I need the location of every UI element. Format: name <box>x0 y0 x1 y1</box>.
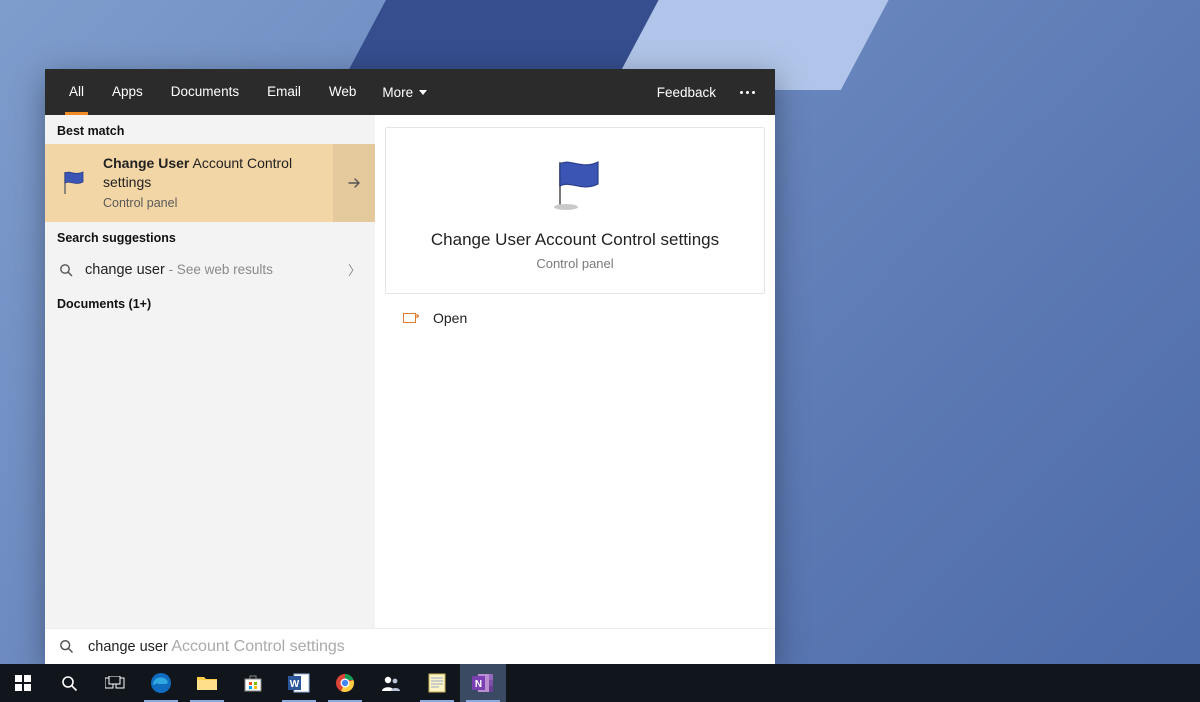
taskbar-app-people[interactable] <box>368 664 414 702</box>
tab-email[interactable]: Email <box>253 69 315 115</box>
task-view-icon <box>105 676 125 690</box>
arrow-right-icon <box>347 176 361 190</box>
preview-subtitle: Control panel <box>402 256 748 271</box>
best-match-subtitle: Control panel <box>103 195 321 212</box>
search-autocomplete-ghost: Account Control settings <box>168 638 345 655</box>
svg-text:W: W <box>290 679 300 690</box>
feedback-link[interactable]: Feedback <box>643 85 730 100</box>
notepad-icon <box>428 673 446 693</box>
search-icon <box>59 263 73 277</box>
tab-all[interactable]: All <box>55 69 98 115</box>
taskbar: W N <box>0 664 1200 702</box>
chrome-icon <box>335 673 355 693</box>
start-search-panel: All Apps Documents Email Web More Feedba… <box>45 69 775 664</box>
result-preview-pane: Change User Account Control settings Con… <box>375 115 775 628</box>
chevron-right-icon: 〉 <box>348 260 361 279</box>
section-search-suggestions: Search suggestions <box>45 222 375 251</box>
task-view-button[interactable] <box>92 664 138 702</box>
taskbar-app-onenote[interactable]: N <box>460 664 506 702</box>
windows-logo-icon <box>15 675 31 691</box>
search-icon <box>61 675 78 692</box>
dot-icon <box>752 91 755 94</box>
search-input[interactable]: change user Account Control settings <box>45 628 775 664</box>
taskbar-app-chrome[interactable] <box>322 664 368 702</box>
more-options-button[interactable] <box>730 91 765 94</box>
folder-icon <box>196 674 218 692</box>
suggestion-primary: change user <box>85 262 165 278</box>
best-match-title: Change User Account Control settings Con… <box>103 154 321 212</box>
results-list: Best match Change User Account Control s… <box>45 115 375 628</box>
dot-icon <box>740 91 743 94</box>
expand-result-button[interactable] <box>333 144 375 222</box>
people-icon <box>381 673 401 693</box>
open-icon <box>403 312 419 324</box>
search-typed-text: change user <box>88 639 168 655</box>
svg-text:N: N <box>475 679 482 690</box>
taskbar-app-store[interactable] <box>230 664 276 702</box>
preview-title: Change User Account Control settings <box>402 230 748 250</box>
flag-icon <box>540 156 610 212</box>
tab-more[interactable]: More <box>370 69 439 115</box>
preview-card: Change User Account Control settings Con… <box>385 127 765 294</box>
suggestion-secondary: - See web results <box>165 262 273 277</box>
tab-documents[interactable]: Documents <box>157 69 253 115</box>
edge-icon <box>150 672 172 694</box>
store-icon <box>243 673 263 693</box>
chevron-down-icon <box>419 90 427 95</box>
onenote-icon: N <box>472 673 494 693</box>
web-suggestion[interactable]: change user - See web results 〉 <box>45 251 375 288</box>
dot-icon <box>746 91 749 94</box>
search-icon <box>59 639 74 654</box>
search-scope-tabbar: All Apps Documents Email Web More Feedba… <box>45 69 775 115</box>
taskbar-app-word[interactable]: W <box>276 664 322 702</box>
search-button[interactable] <box>46 664 92 702</box>
section-documents: Documents (1+) <box>45 288 375 317</box>
open-action[interactable]: Open <box>389 300 761 336</box>
section-best-match: Best match <box>45 115 375 144</box>
best-match-title-bold: Change User <box>103 155 189 171</box>
start-button[interactable] <box>0 664 46 702</box>
taskbar-app-edge[interactable] <box>138 664 184 702</box>
tab-web[interactable]: Web <box>315 69 371 115</box>
flag-icon <box>59 170 91 196</box>
tab-more-label: More <box>382 85 413 100</box>
open-action-label: Open <box>433 310 467 326</box>
best-match-result[interactable]: Change User Account Control settings Con… <box>45 144 375 222</box>
tab-apps[interactable]: Apps <box>98 69 157 115</box>
taskbar-app-notepad[interactable] <box>414 664 460 702</box>
taskbar-app-file-explorer[interactable] <box>184 664 230 702</box>
word-icon: W <box>288 673 310 693</box>
